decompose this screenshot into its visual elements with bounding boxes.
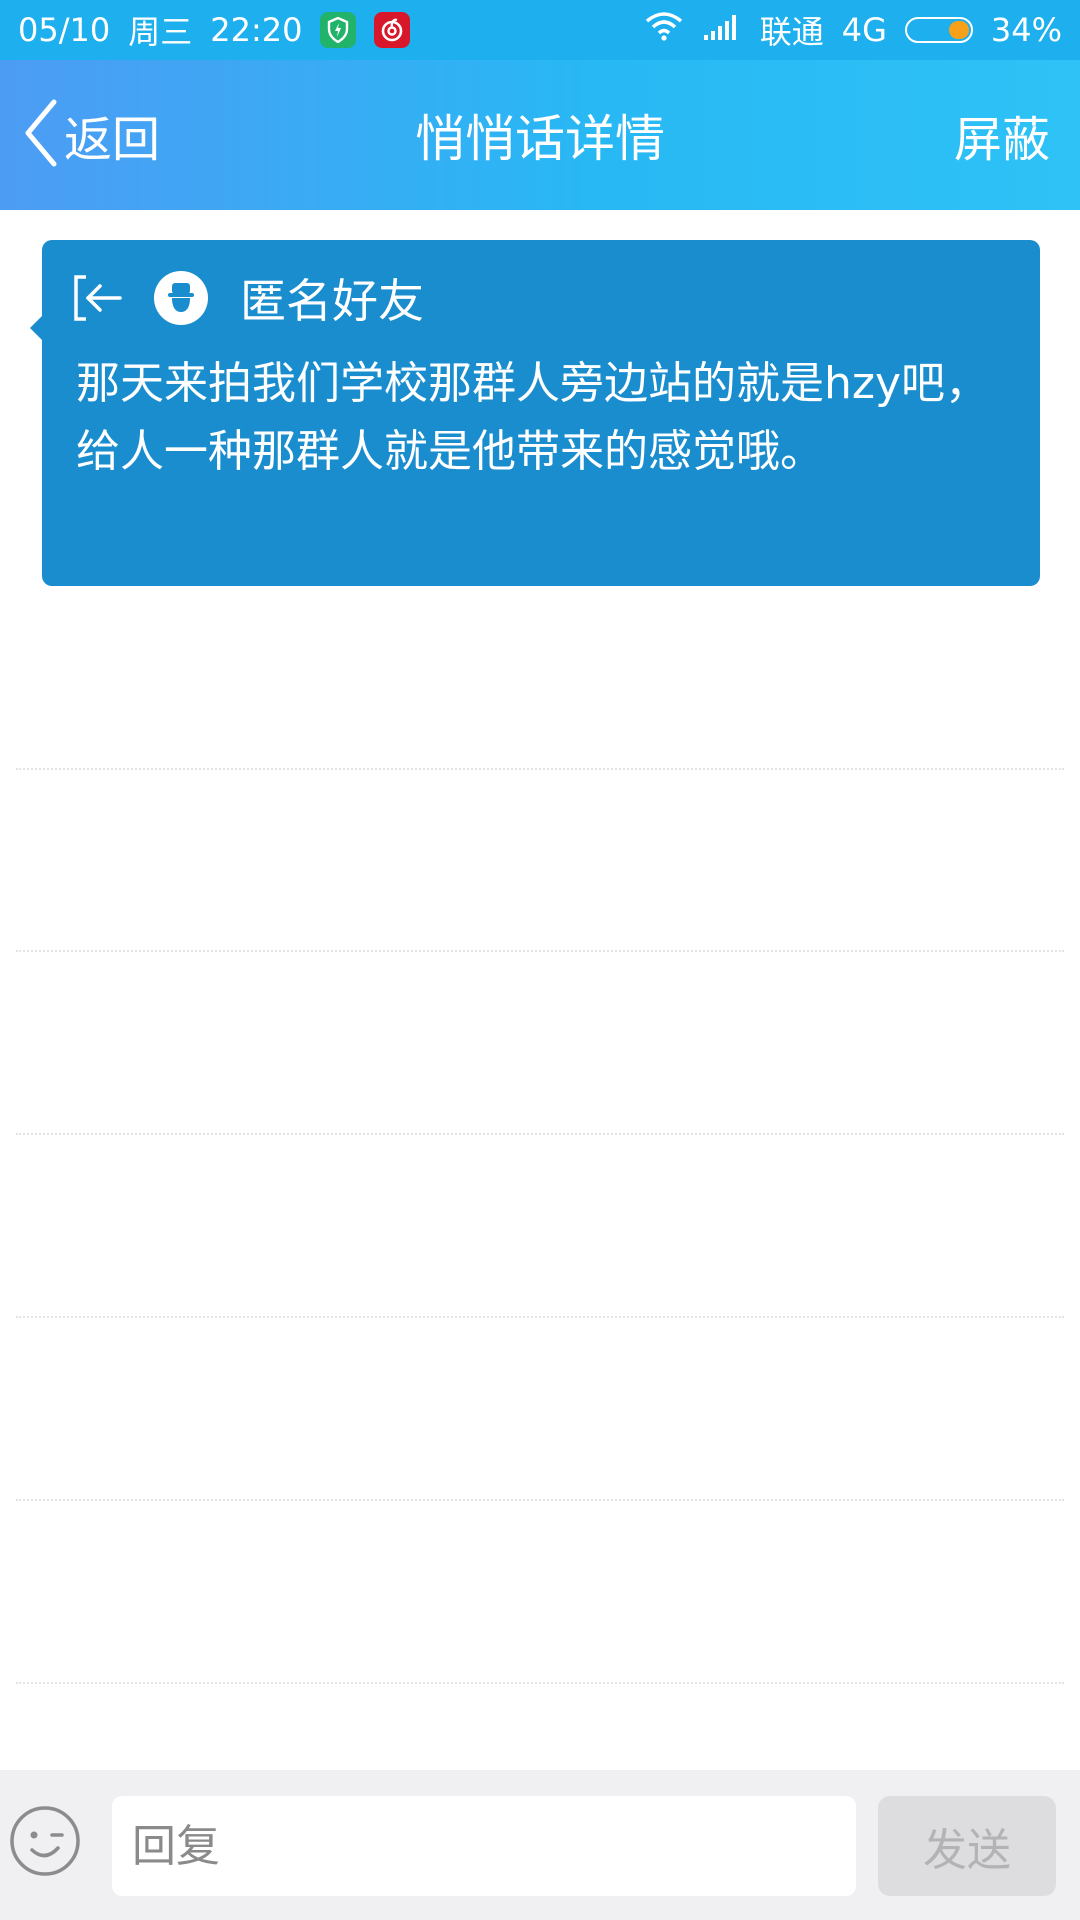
line-divider — [16, 950, 1064, 952]
back-label: 返回 — [64, 112, 161, 168]
shield-app-icon — [320, 12, 357, 48]
line-divider — [16, 1682, 1064, 1684]
block-button[interactable]: 屏蔽 — [954, 60, 1050, 210]
battery-icon — [904, 17, 973, 43]
signal-icon — [702, 11, 742, 49]
status-time: 22:20 — [210, 11, 303, 49]
nav-bar: 返回 悄悄话详情 屏蔽 — [0, 60, 1080, 210]
status-bar: 05/10 周三 22:20 联通 4G 34% — [0, 0, 1080, 60]
network-type: 4G — [841, 11, 887, 49]
line-divider — [16, 1133, 1064, 1135]
status-date: 05/10 — [18, 11, 111, 49]
message-text: 那天来拍我们学校那群人旁边站的就是hzy吧，给人一种那群人就是他带来的感觉哦。 — [76, 358, 990, 477]
status-weekday: 周三 — [128, 13, 193, 51]
status-left: 05/10 周三 22:20 — [18, 7, 411, 53]
reply-input[interactable] — [112, 1796, 856, 1896]
back-chevron-icon — [20, 98, 60, 172]
battery-fill — [948, 21, 969, 39]
carrier-label: 联通 — [759, 13, 824, 51]
send-button[interactable]: 发送 — [878, 1796, 1056, 1896]
line-divider — [16, 768, 1064, 770]
reply-bar: 发送 — [0, 1770, 1080, 1920]
card-header: 匿名好友 — [72, 268, 424, 328]
exit-arrow-icon[interactable] — [72, 271, 126, 325]
status-right: 联通 4G 34% — [644, 7, 1062, 53]
line-divider — [16, 1316, 1064, 1318]
anonymous-avatar-icon — [154, 271, 208, 325]
card-pointer — [30, 316, 42, 340]
netease-music-icon — [374, 12, 411, 48]
screen: 05/10 周三 22:20 联通 4G 34% 返回 悄悄话详情 屏蔽 匿名好… — [0, 0, 1080, 1920]
whisper-card: 匿名好友 那天来拍我们学校那群人旁边站的就是hzy吧，给人一种那群人就是他带来的… — [30, 240, 1040, 586]
line-divider — [16, 1499, 1064, 1501]
page-title: 悄悄话详情 — [415, 110, 665, 168]
battery-percent: 34% — [990, 11, 1062, 49]
emoji-icon[interactable] — [8, 1804, 82, 1878]
sender-name: 匿名好友 — [240, 274, 424, 328]
wifi-icon — [644, 11, 684, 49]
back-button[interactable]: 返回 — [20, 60, 160, 210]
